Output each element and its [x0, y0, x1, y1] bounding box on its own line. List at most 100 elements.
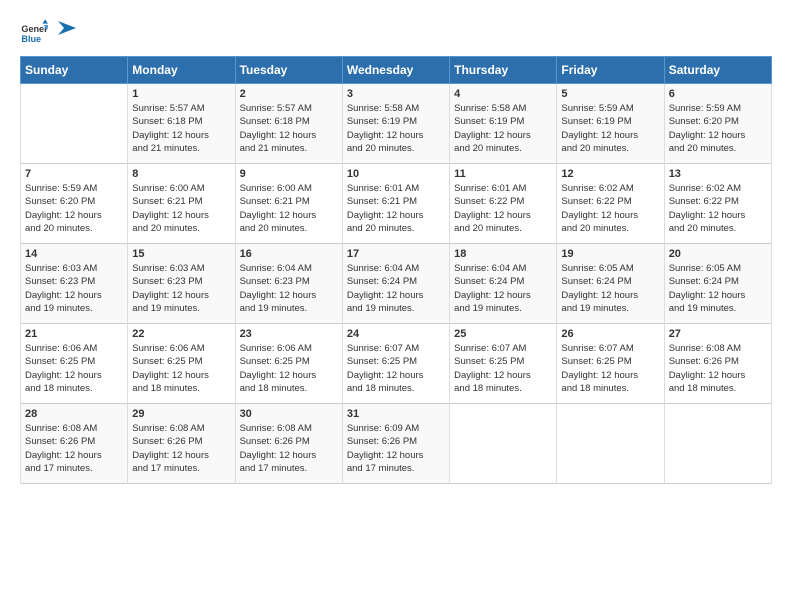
- day-info: Sunrise: 6:00 AMSunset: 6:21 PMDaylight:…: [240, 182, 338, 235]
- day-cell: 18 Sunrise: 6:04 AMSunset: 6:24 PMDayligh…: [450, 244, 557, 324]
- day-cell: 7 Sunrise: 5:59 AMSunset: 6:20 PMDaylight…: [21, 164, 128, 244]
- day-number: 30: [240, 408, 338, 420]
- day-cell: 19 Sunrise: 6:05 AMSunset: 6:24 PMDayligh…: [557, 244, 664, 324]
- day-info: Sunrise: 6:03 AMSunset: 6:23 PMDaylight:…: [25, 262, 123, 315]
- day-number: 3: [347, 88, 445, 100]
- day-number: 12: [561, 168, 659, 180]
- day-cell: 14Sunrise: 6:03 AMSunset: 6:23 PMDayligh…: [21, 244, 128, 324]
- day-number: 20: [669, 248, 767, 260]
- calendar-table: SundayMondayTuesdayWednesdayThursdayFrid…: [20, 56, 772, 484]
- day-cell: 9 Sunrise: 6:00 AMSunset: 6:21 PMDaylight…: [235, 164, 342, 244]
- day-cell: 6 Sunrise: 5:59 AMSunset: 6:20 PMDaylight…: [664, 84, 771, 164]
- day-info: Sunrise: 5:59 AMSunset: 6:20 PMDaylight:…: [669, 102, 767, 155]
- day-cell: [21, 84, 128, 164]
- day-cell: 25 Sunrise: 6:07 AMSunset: 6:25 PMDayligh…: [450, 324, 557, 404]
- day-cell: 20 Sunrise: 6:05 AMSunset: 6:24 PMDayligh…: [664, 244, 771, 324]
- day-cell: 23 Sunrise: 6:06 AMSunset: 6:25 PMDayligh…: [235, 324, 342, 404]
- col-header-sunday: Sunday: [21, 57, 128, 84]
- day-number: 8: [132, 168, 230, 180]
- day-info: Sunrise: 6:04 AMSunset: 6:24 PMDaylight:…: [347, 262, 445, 315]
- day-info: Sunrise: 6:05 AMSunset: 6:24 PMDaylight:…: [669, 262, 767, 315]
- day-number: 18: [454, 248, 552, 260]
- day-info: Sunrise: 6:05 AMSunset: 6:24 PMDaylight:…: [561, 262, 659, 315]
- day-cell: 13 Sunrise: 6:02 AMSunset: 6:22 PMDayligh…: [664, 164, 771, 244]
- day-number: 27: [669, 328, 767, 340]
- day-cell: 22Sunrise: 6:06 AMSunset: 6:25 PMDayligh…: [128, 324, 235, 404]
- day-number: 24: [347, 328, 445, 340]
- day-number: 15: [132, 248, 230, 260]
- day-info: Sunrise: 6:07 AMSunset: 6:25 PMDaylight:…: [561, 342, 659, 395]
- col-header-wednesday: Wednesday: [342, 57, 449, 84]
- day-info: Sunrise: 6:07 AMSunset: 6:25 PMDaylight:…: [454, 342, 552, 395]
- day-info: Sunrise: 5:58 AMSunset: 6:19 PMDaylight:…: [347, 102, 445, 155]
- day-number: 7: [25, 168, 123, 180]
- day-cell: 29 Sunrise: 6:08 AMSunset: 6:26 PMDayligh…: [128, 404, 235, 484]
- day-info: Sunrise: 5:57 AMSunset: 6:18 PMDaylight:…: [132, 102, 230, 155]
- day-number: 28: [25, 408, 123, 420]
- day-cell: 2 Sunrise: 5:57 AMSunset: 6:18 PMDaylight…: [235, 84, 342, 164]
- day-number: 23: [240, 328, 338, 340]
- day-info: Sunrise: 5:58 AMSunset: 6:19 PMDaylight:…: [454, 102, 552, 155]
- day-cell: 31 Sunrise: 6:09 AMSunset: 6:26 PMDayligh…: [342, 404, 449, 484]
- day-number: 19: [561, 248, 659, 260]
- day-cell: 15Sunrise: 6:03 AMSunset: 6:23 PMDayligh…: [128, 244, 235, 324]
- header: General Blue: [20, 18, 772, 46]
- day-number: 9: [240, 168, 338, 180]
- day-number: 1: [132, 88, 230, 100]
- day-number: 13: [669, 168, 767, 180]
- day-info: Sunrise: 5:59 AMSunset: 6:20 PMDaylight:…: [25, 182, 123, 235]
- day-number: 21: [25, 328, 123, 340]
- day-cell: 17 Sunrise: 6:04 AMSunset: 6:24 PMDayligh…: [342, 244, 449, 324]
- day-cell: 24 Sunrise: 6:07 AMSunset: 6:25 PMDayligh…: [342, 324, 449, 404]
- day-cell: 26 Sunrise: 6:07 AMSunset: 6:25 PMDayligh…: [557, 324, 664, 404]
- svg-text:General: General: [21, 24, 48, 34]
- day-number: 26: [561, 328, 659, 340]
- page: General Blue SundayMondayTuesdayWednesda…: [0, 0, 792, 612]
- day-info: Sunrise: 6:01 AMSunset: 6:21 PMDaylight:…: [347, 182, 445, 235]
- day-info: Sunrise: 6:08 AMSunset: 6:26 PMDaylight:…: [240, 422, 338, 475]
- day-number: 29: [132, 408, 230, 420]
- day-info: Sunrise: 6:02 AMSunset: 6:22 PMDaylight:…: [669, 182, 767, 235]
- day-number: 31: [347, 408, 445, 420]
- col-header-thursday: Thursday: [450, 57, 557, 84]
- week-row-1: 1 Sunrise: 5:57 AMSunset: 6:18 PMDaylight…: [21, 84, 772, 164]
- day-info: Sunrise: 6:08 AMSunset: 6:26 PMDaylight:…: [132, 422, 230, 475]
- day-cell: 4 Sunrise: 5:58 AMSunset: 6:19 PMDaylight…: [450, 84, 557, 164]
- week-row-3: 14Sunrise: 6:03 AMSunset: 6:23 PMDayligh…: [21, 244, 772, 324]
- day-cell: [450, 404, 557, 484]
- day-info: Sunrise: 5:59 AMSunset: 6:19 PMDaylight:…: [561, 102, 659, 155]
- day-info: Sunrise: 6:08 AMSunset: 6:26 PMDaylight:…: [669, 342, 767, 395]
- week-row-2: 7 Sunrise: 5:59 AMSunset: 6:20 PMDaylight…: [21, 164, 772, 244]
- day-cell: 28Sunrise: 6:08 AMSunset: 6:26 PMDayligh…: [21, 404, 128, 484]
- day-number: 25: [454, 328, 552, 340]
- day-cell: 27 Sunrise: 6:08 AMSunset: 6:26 PMDayligh…: [664, 324, 771, 404]
- day-cell: 10 Sunrise: 6:01 AMSunset: 6:21 PMDayligh…: [342, 164, 449, 244]
- header-row: SundayMondayTuesdayWednesdayThursdayFrid…: [21, 57, 772, 84]
- day-cell: 11Sunrise: 6:01 AMSunset: 6:22 PMDayligh…: [450, 164, 557, 244]
- day-number: 2: [240, 88, 338, 100]
- col-header-friday: Friday: [557, 57, 664, 84]
- day-info: Sunrise: 5:57 AMSunset: 6:18 PMDaylight:…: [240, 102, 338, 155]
- day-cell: 21 Sunrise: 6:06 AMSunset: 6:25 PMDayligh…: [21, 324, 128, 404]
- logo-icon: General Blue: [20, 18, 48, 46]
- day-info: Sunrise: 6:04 AMSunset: 6:24 PMDaylight:…: [454, 262, 552, 315]
- day-cell: 12 Sunrise: 6:02 AMSunset: 6:22 PMDayligh…: [557, 164, 664, 244]
- day-info: Sunrise: 6:06 AMSunset: 6:25 PMDaylight:…: [240, 342, 338, 395]
- week-row-5: 28 Sunrise: 6:08 AMSunset: 6:26 PMDayligh…: [21, 404, 772, 484]
- day-number: 4: [454, 88, 552, 100]
- day-cell: 30 Sunrise: 6:08 AMSunset: 6:26 PMDayligh…: [235, 404, 342, 484]
- day-info: Sunrise: 6:02 AMSunset: 6:22 PMDaylight:…: [561, 182, 659, 235]
- col-header-saturday: Saturday: [664, 57, 771, 84]
- day-number: 17: [347, 248, 445, 260]
- col-header-tuesday: Tuesday: [235, 57, 342, 84]
- col-header-monday: Monday: [128, 57, 235, 84]
- day-number: 11: [454, 168, 552, 180]
- day-cell: 5Sunrise: 5:59 AMSunset: 6:19 PMDaylight…: [557, 84, 664, 164]
- day-info: Sunrise: 6:09 AMSunset: 6:26 PMDaylight:…: [347, 422, 445, 475]
- day-info: Sunrise: 6:06 AMSunset: 6:25 PMDaylight:…: [25, 342, 123, 395]
- day-info: Sunrise: 6:06 AMSunset: 6:25 PMDaylight:…: [132, 342, 230, 395]
- day-number: 10: [347, 168, 445, 180]
- svg-text:Blue: Blue: [21, 34, 41, 44]
- day-number: 6: [669, 88, 767, 100]
- day-info: Sunrise: 6:07 AMSunset: 6:25 PMDaylight:…: [347, 342, 445, 395]
